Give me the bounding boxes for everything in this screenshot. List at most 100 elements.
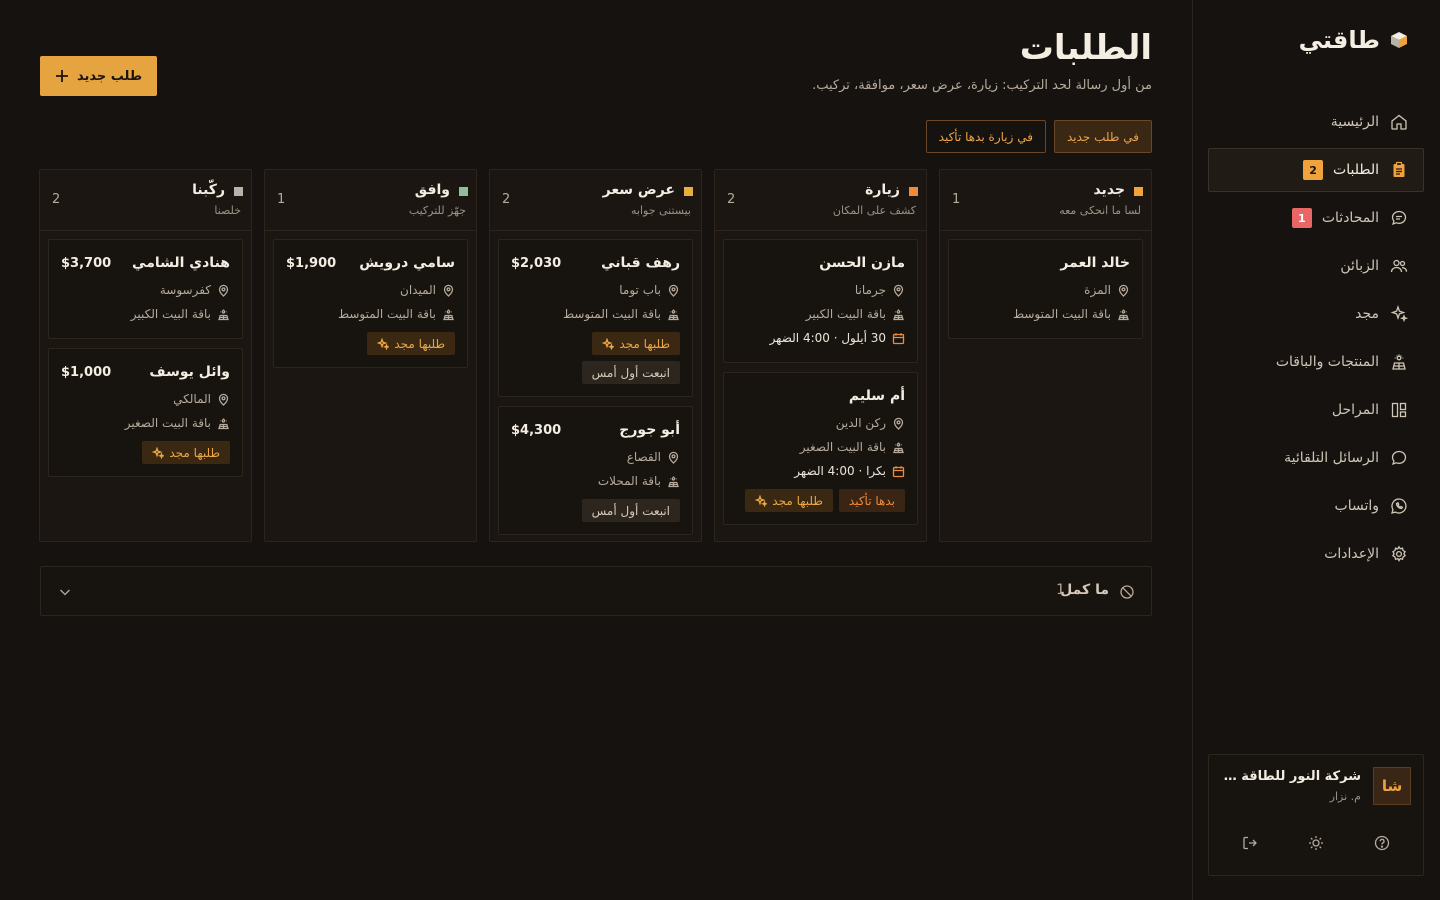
nav-label: الرئيسية	[1330, 114, 1379, 130]
whatsapp-icon	[1391, 498, 1407, 514]
column-header: زيارة كشف على المكان 2	[715, 170, 926, 231]
card-package: باقة البيت المتوسط	[511, 302, 680, 326]
column-description: خلصنا	[214, 204, 241, 217]
filter-chip[interactable]: في طلب جديد	[1053, 120, 1152, 153]
column-color-dot	[234, 187, 243, 196]
logout-icon	[1243, 836, 1257, 850]
brand[interactable]: طاقتي	[1299, 26, 1408, 54]
tag-followup: انبعت أول أمس	[581, 361, 680, 384]
card-package: باقة البيت الصغير	[61, 411, 230, 435]
package-text: باقة البيت المتوسط	[1012, 307, 1111, 321]
users-icon	[1389, 256, 1409, 276]
column-header: ركّبنا خلصنا 2	[40, 170, 251, 231]
map-pin-icon	[443, 284, 454, 297]
customer-name: خالد العمر	[1060, 255, 1130, 271]
nav-item-whatsapp[interactable]: واتساب	[1208, 484, 1424, 528]
nav-item-kanban[interactable]: المراحل	[1208, 388, 1424, 432]
filter-chip[interactable]: في زيارة بدها تأكيد	[925, 120, 1046, 153]
order-card[interactable]: أم سليم ركن الدين باقة البيت الصغير بكرا · …	[723, 372, 918, 525]
sparkles-icon	[602, 337, 615, 350]
order-price: $2,030	[511, 255, 562, 271]
board-column: وافق جهّز للتركيب 1 سامي درويش $1,900 الميدان…	[264, 169, 477, 542]
order-card[interactable]: وائل يوسف $1,000 المالكي باقة البيت الصغير ط…	[48, 348, 243, 477]
appointment-text: بكرا · 4:00 الضهر	[794, 464, 886, 478]
nav-badge: 2	[1303, 160, 1324, 180]
column-count: 1	[277, 192, 286, 207]
whatsapp-icon	[1389, 496, 1409, 516]
column-cards: سامي درويش $1,900 الميدان باقة البيت المتوس…	[265, 231, 476, 385]
column-title: وافق	[414, 182, 450, 198]
order-price: $3,700	[61, 255, 112, 271]
nav-item-message[interactable]: الرسائل التلقائية	[1208, 436, 1424, 480]
solar-panel-icon	[668, 475, 679, 487]
order-card[interactable]: رهف قباني $2,030 باب توما باقة البيت المتوس…	[498, 239, 693, 397]
order-card[interactable]: أبو جورج $4,300 القصاع باقة المحلات انبعت أو…	[498, 406, 693, 535]
order-card[interactable]: سامي درويش $1,900 الميدان باقة البيت المتوس…	[273, 239, 468, 368]
column-description: كشف على المكان	[832, 204, 916, 217]
solar-panel-icon	[443, 308, 454, 320]
nav-label: المحادثات	[1321, 210, 1379, 226]
nav-badge: 1	[1291, 208, 1312, 228]
card-appointment: بكرا · 4:00 الضهر	[736, 459, 905, 483]
main-content: الطلبات من أول رسالة لحد التركيب: زيارة،…	[0, 0, 1192, 900]
location-text: القصاع	[626, 450, 661, 464]
kanban-icon	[1391, 402, 1407, 418]
location-text: الميدان	[400, 283, 436, 297]
ban-icon	[1120, 585, 1134, 599]
column-color-dot	[684, 187, 693, 196]
column-count: 2	[502, 192, 511, 207]
column-header: عرض سعر بيستنى جوابه 2	[490, 170, 701, 231]
card-tags: طلبها مجد	[61, 441, 230, 464]
order-card[interactable]: مازن الحسن جرمانا باقة البيت الكبير 30 أيلو…	[723, 239, 918, 363]
customer-name: سامي درويش	[359, 255, 455, 271]
column-cards: هنادي الشامي $3,700 كفرسوسة باقة البيت الكب…	[40, 231, 251, 494]
sidebar: طاقتي الرئيسية الطلبات 2 المحادثات 1 الزبائن م…	[1192, 0, 1440, 900]
card-location: باب توما	[511, 278, 680, 302]
column-title: ركّبنا	[192, 182, 225, 198]
solar-panel-icon	[1389, 352, 1409, 372]
nav-label: الزبائن	[1340, 258, 1379, 274]
nav-item-chat[interactable]: المحادثات 1	[1208, 196, 1424, 240]
nav-item-users[interactable]: الزبائن	[1208, 244, 1424, 288]
main-nav: الرئيسية الطلبات 2 المحادثات 1 الزبائن مجد المن…	[1208, 100, 1424, 580]
nav-item-gear[interactable]: الإعدادات	[1208, 532, 1424, 576]
column-count: 2	[52, 192, 61, 207]
sun-icon	[1309, 836, 1323, 850]
customer-name: وائل يوسف	[149, 364, 230, 380]
help-button[interactable]	[1370, 831, 1394, 855]
sparkles-icon	[755, 494, 768, 507]
column-color-dot	[1134, 187, 1143, 196]
logout-button[interactable]	[1238, 831, 1262, 855]
card-location: الميدان	[286, 278, 455, 302]
map-pin-icon	[893, 284, 904, 297]
customer-name: رهف قباني	[601, 255, 680, 271]
order-card[interactable]: خالد العمر المزة باقة البيت المتوسط	[948, 239, 1143, 339]
nav-item-solar-panel[interactable]: المنتجات والباقات	[1208, 340, 1424, 384]
column-count: 2	[727, 192, 736, 207]
order-card[interactable]: هنادي الشامي $3,700 كفرسوسة باقة البيت الكب…	[48, 239, 243, 339]
card-location: المالكي	[61, 387, 230, 411]
gear-icon	[1389, 544, 1409, 564]
solar-panel-icon	[1392, 354, 1406, 370]
avatar[interactable]: شا	[1373, 767, 1411, 805]
nav-item-clipboard[interactable]: الطلبات 2	[1208, 148, 1424, 192]
card-location: ركن الدين	[736, 411, 905, 435]
column-description: بيستنى جوابه	[631, 204, 691, 217]
tag-label: انبعت أول أمس	[591, 365, 670, 380]
nav-item-sparkles[interactable]: مجد	[1208, 292, 1424, 336]
card-appointment: 30 أيلول · 4:00 الضهر	[736, 326, 905, 350]
tag-label: طلبها مجد	[619, 336, 670, 351]
new-order-label: طلب جديد	[76, 68, 143, 84]
closed-section-toggle[interactable]: ما كمل 1	[40, 566, 1152, 616]
column-header: وافق جهّز للتركيب 1	[265, 170, 476, 231]
tag-followup: انبعت أول أمس	[581, 499, 680, 522]
card-tags: بدها تأكيد طلبها مجد	[736, 489, 905, 512]
new-order-button[interactable]: طلب جديد	[40, 56, 157, 96]
theme-toggle-button[interactable]	[1304, 831, 1328, 855]
package-text: باقة البيت المتوسط	[562, 307, 661, 321]
card-package: باقة البيت المتوسط	[286, 302, 455, 326]
solar-panel-icon	[218, 308, 229, 320]
tag-majd: طلبها مجد	[592, 332, 680, 355]
nav-item-home[interactable]: الرئيسية	[1208, 100, 1424, 144]
package-text: باقة المحلات	[597, 474, 661, 488]
